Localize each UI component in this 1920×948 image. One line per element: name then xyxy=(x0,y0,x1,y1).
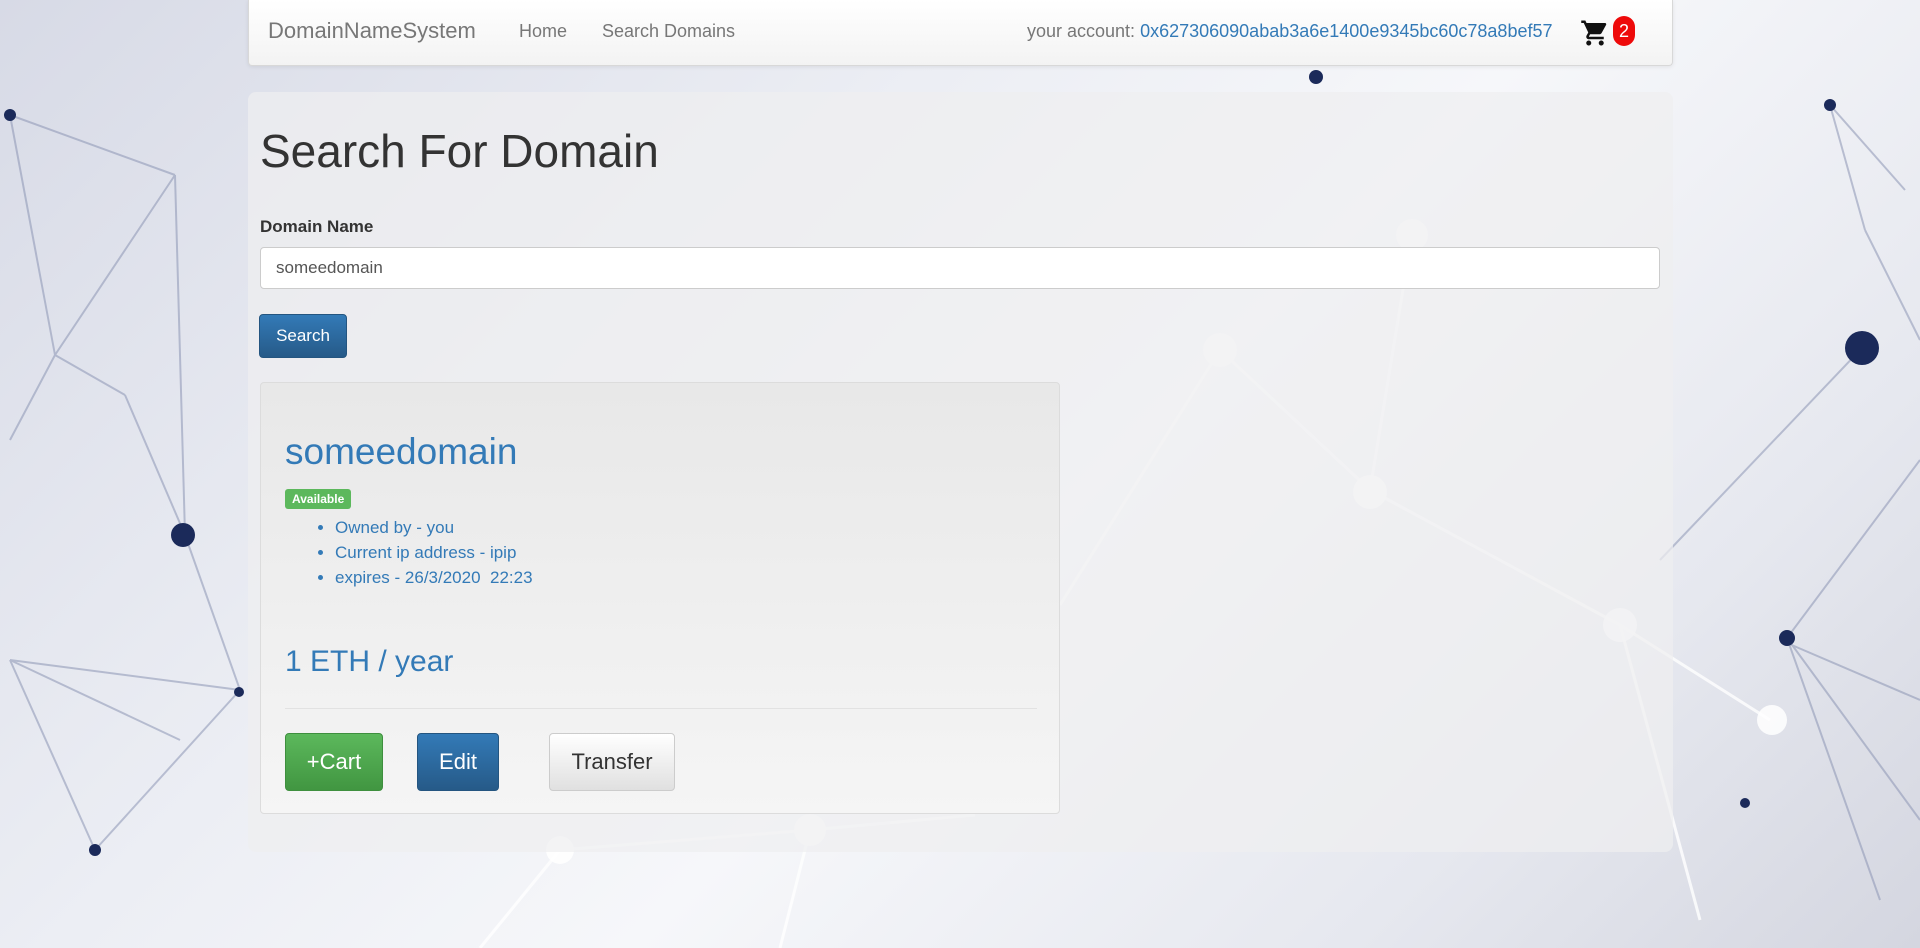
domain-details-list: Owned by - you Current ip address - ipip… xyxy=(310,515,533,590)
status-badge: Available xyxy=(285,489,352,509)
divider xyxy=(285,708,1037,709)
account-info: your account: 0x627306090abab3a6e1400e93… xyxy=(1027,21,1553,42)
top-navbar: DomainNameSystem Home Search Domains you… xyxy=(248,0,1673,66)
detail-owner: Owned by - you xyxy=(335,515,533,540)
account-address: 0x627306090abab3a6e1400e9345bc60c78a8bef… xyxy=(1140,21,1553,41)
detail-expires: expires - 26/3/2020 22:23 xyxy=(335,565,533,590)
brand-logo-text[interactable]: DomainNameSystem xyxy=(268,18,476,44)
domain-name-label: Domain Name xyxy=(260,217,374,236)
add-to-cart-button[interactable]: +Cart xyxy=(285,733,383,791)
detail-ip-address: Current ip address - ipip xyxy=(335,540,533,565)
cart-button[interactable]: 2 xyxy=(1579,14,1639,50)
domain-result-card: someedomain Available Owned by - you Cur… xyxy=(260,382,1060,814)
search-panel: Search For Domain Domain Name Search som… xyxy=(248,92,1673,852)
domain-price: 1 ETH / year xyxy=(285,645,454,678)
cart-count-badge: 2 xyxy=(1613,16,1635,46)
search-button[interactable]: Search xyxy=(259,314,347,358)
result-domain-name: someedomain xyxy=(285,431,518,472)
account-label: your account: xyxy=(1027,21,1136,41)
nav-link-home[interactable]: Home xyxy=(519,21,567,42)
transfer-button[interactable]: Transfer xyxy=(549,733,675,791)
edit-button[interactable]: Edit xyxy=(417,733,499,791)
shopping-cart-icon xyxy=(1581,20,1607,46)
domain-search-input[interactable] xyxy=(260,247,1660,289)
nav-link-search-domains[interactable]: Search Domains xyxy=(602,21,735,42)
page-title: Search For Domain xyxy=(260,125,659,177)
